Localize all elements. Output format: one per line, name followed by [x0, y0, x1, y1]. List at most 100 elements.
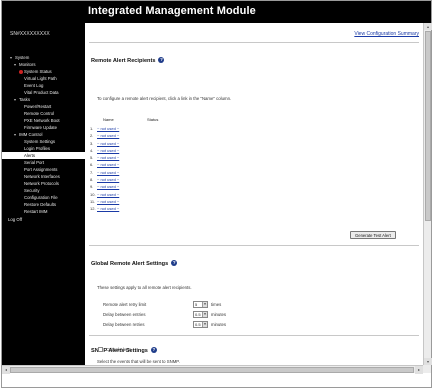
snmp-description: Select the events that will be sent to S…: [97, 359, 180, 364]
recipient-name-link[interactable]: ~ not used ~: [97, 206, 119, 211]
retry-limit-label: Remote alert retry limit: [103, 302, 147, 307]
help-icon[interactable]: ?: [158, 57, 165, 63]
help-icon[interactable]: ?: [171, 260, 178, 266]
sidebar-item-serial-port[interactable]: Serial Port: [2, 159, 85, 166]
app-header: Integrated Management Module: [2, 1, 431, 23]
sidebar-item-label: Network Protocols: [24, 181, 59, 186]
recipient-name-link[interactable]: ~ not used ~: [97, 177, 119, 182]
sidebar-item-alerts[interactable]: Alerts: [2, 152, 85, 159]
column-header-status: Status: [147, 117, 159, 122]
main-content: View Configuration Summary Remote Alert …: [85, 23, 423, 365]
recipient-name-link[interactable]: ~ not used ~: [97, 199, 119, 204]
remote-alert-description: To configure a remote alert recipient, c…: [97, 96, 232, 101]
delay-between-entries-label: Delay between entries: [103, 312, 146, 317]
sidebar-item-network-protocols[interactable]: Network Protocols: [2, 180, 85, 187]
recipients-list: 1. ~ not used ~2. ~ not used ~3. ~ not used…: [90, 125, 119, 213]
recipient-number: 10.: [90, 191, 96, 197]
recipient-name-link[interactable]: ~ not used ~: [97, 133, 119, 138]
scroll-down-icon[interactable]: ▾: [424, 358, 432, 365]
sidebar-item-system-status[interactable]: System Status: [2, 68, 85, 75]
sidebar-item-label: Login Profiles: [24, 146, 51, 151]
select-value: 5: [195, 302, 198, 307]
view-configuration-summary-link[interactable]: View Configuration Summary: [354, 31, 419, 37]
sidebar-item-vital-product-data[interactable]: Vital Product Data: [2, 89, 85, 96]
sidebar-item-label: Network Interfaces: [24, 174, 60, 179]
recipient-row: 6. ~ not used ~: [90, 161, 119, 168]
sidebar-item-system-settings[interactable]: System Settings: [2, 138, 85, 145]
recipient-number: 6.: [90, 162, 94, 168]
log-off-link[interactable]: Log Off: [2, 216, 85, 223]
sidebar-item-firmware-update[interactable]: Firmware Update: [2, 124, 85, 131]
sidebar-item-label: Event Log: [24, 83, 44, 88]
retry-limit-unit: times: [211, 302, 222, 307]
recipient-row: 11. ~ not used ~: [90, 198, 119, 205]
vertical-scroll-thumb[interactable]: [425, 31, 431, 221]
scroll-up-icon[interactable]: ▴: [424, 23, 432, 30]
recipient-number: 11.: [90, 198, 96, 204]
delay-between-entries-select[interactable]: 0.5 ▾: [193, 311, 208, 318]
recipient-number: 9.: [90, 184, 94, 190]
sidebar-item-login-profiles[interactable]: Login Profiles: [2, 145, 85, 152]
recipient-number: 7.: [90, 169, 94, 175]
sidebar-item-label: PXE Network Boot: [24, 118, 60, 123]
scroll-right-icon[interactable]: ▸: [415, 366, 423, 374]
sidebar-item-restore-defaults[interactable]: Restore Defaults: [2, 201, 85, 208]
sidebar-item-network-interfaces[interactable]: Network Interfaces: [2, 173, 85, 180]
recipient-name-link[interactable]: ~ not used ~: [97, 192, 119, 197]
sidebar-item-label: Firmware Update: [24, 125, 57, 130]
recipient-name-link[interactable]: ~ not used ~: [97, 184, 119, 189]
sidebar-item-label: System Status: [24, 69, 52, 74]
host-name: SN#XXXXXXXXX: [10, 31, 50, 37]
critical-alerts-option[interactable]: Critical Alerts: [98, 347, 131, 352]
sidebar-item-tasks[interactable]: ▾ Tasks: [2, 96, 85, 103]
sidebar-item-configuration-file[interactable]: Configuration File: [2, 194, 85, 201]
retry-limit-select[interactable]: 5 ▾: [193, 301, 208, 308]
recipient-row: 9. ~ not used ~: [90, 183, 119, 190]
chevron-down-icon: ▾: [202, 302, 207, 307]
recipient-name-link[interactable]: ~ not used ~: [97, 148, 119, 153]
sidebar-nav: ▾ System ▾ Monitors System Status Virtual Lig…: [2, 54, 85, 223]
recipient-row: 5. ~ not used ~: [90, 154, 119, 161]
sidebar-item-pxe-network-boot[interactable]: PXE Network Boot: [2, 117, 85, 124]
help-icon[interactable]: ?: [150, 347, 157, 353]
sidebar-item-label: Power/Restart: [24, 104, 52, 109]
sidebar-item-security[interactable]: Security: [2, 187, 85, 194]
global-settings-description: These settings apply to all remote alert…: [97, 285, 192, 290]
recipient-row: 4. ~ not used ~: [90, 147, 119, 154]
sidebar-item-label: Tasks: [19, 97, 30, 102]
horizontal-scrollbar[interactable]: ◂ ▸: [2, 365, 423, 374]
recipient-number: 12.: [90, 206, 96, 212]
critical-alerts-checkbox[interactable]: [98, 347, 103, 352]
recipient-name-link[interactable]: ~ not used ~: [97, 170, 119, 175]
generate-test-alert-button[interactable]: Generate Test Alert: [350, 231, 396, 239]
sidebar-item-label: Alerts: [24, 153, 35, 158]
scroll-left-icon[interactable]: ◂: [2, 366, 10, 374]
horizontal-scroll-thumb[interactable]: [10, 367, 414, 373]
sidebar-item-virtual-light-path[interactable]: Virtual Light Path: [2, 75, 85, 82]
status-error-icon: [19, 70, 23, 74]
recipient-row: 1. ~ not used ~: [90, 125, 119, 132]
recipient-name-link[interactable]: ~ not used ~: [97, 141, 119, 146]
sidebar-item-restart-imm[interactable]: Restart IMM: [2, 208, 85, 215]
select-value: 0.5: [195, 312, 201, 317]
sidebar-item-label: IMM Control: [19, 132, 43, 137]
sidebar-item-remote-control[interactable]: Remote Control: [2, 110, 85, 117]
recipient-name-link[interactable]: ~ not used ~: [97, 126, 119, 131]
global-remote-alert-settings-title: Global Remote Alert Settings?: [91, 260, 178, 267]
recipient-name-link[interactable]: ~ not used ~: [97, 155, 119, 160]
sidebar-item-label: Port Assignments: [24, 167, 58, 172]
scrollbar-corner: [423, 365, 431, 373]
sidebar-item-monitors[interactable]: ▾ Monitors: [2, 61, 85, 68]
sidebar-item-event-log[interactable]: Event Log: [2, 82, 85, 89]
sidebar: SN#XXXXXXXXX ▾ System ▾ Monitors System Stat…: [2, 23, 85, 365]
sidebar-item-power-restart[interactable]: Power/Restart: [2, 103, 85, 110]
sidebar-item-system[interactable]: ▾ System: [2, 54, 85, 61]
sidebar-item-label: System: [15, 55, 30, 60]
recipient-name-link[interactable]: ~ not used ~: [97, 162, 119, 167]
sidebar-item-imm-control[interactable]: ▾ IMM Control: [2, 131, 85, 138]
column-header-name: Name: [103, 117, 114, 122]
sidebar-item-port-assignments[interactable]: Port Assignments: [2, 166, 85, 173]
delay-between-retries-select[interactable]: 0.5 ▾: [193, 321, 208, 328]
vertical-scrollbar[interactable]: ▴ ▾: [423, 23, 432, 365]
sidebar-item-label: Serial Port: [24, 160, 45, 165]
